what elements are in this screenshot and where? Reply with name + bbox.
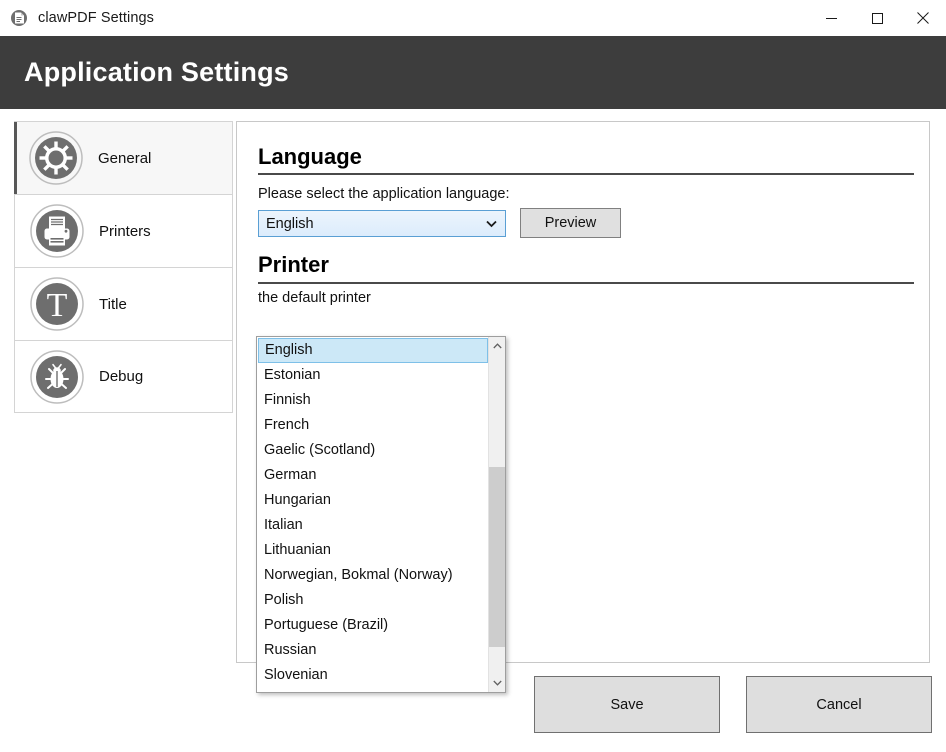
minimize-button[interactable] bbox=[808, 0, 854, 36]
dropdown-option[interactable]: English bbox=[258, 338, 488, 363]
gear-icon bbox=[28, 130, 84, 186]
sidebar: General Printers T Title Debug bbox=[14, 121, 233, 413]
scroll-up-button[interactable] bbox=[489, 337, 505, 355]
dropdown-option[interactable]: Russian bbox=[257, 638, 489, 663]
page-title: Application Settings bbox=[24, 57, 290, 87]
dropdown-option[interactable]: Gaelic (Scotland) bbox=[257, 438, 489, 463]
dropdown-option[interactable]: French bbox=[257, 413, 489, 438]
dropdown-option[interactable]: Polish bbox=[257, 588, 489, 613]
window-controls bbox=[808, 0, 946, 36]
section-divider-top bbox=[258, 173, 914, 175]
dropdown-option[interactable]: Portuguese (Brazil) bbox=[257, 613, 489, 638]
dropdown-option[interactable]: Italian bbox=[257, 513, 489, 538]
scroll-down-button[interactable] bbox=[489, 674, 505, 692]
dropdown-scrollbar[interactable] bbox=[488, 337, 505, 692]
dropdown-option[interactable]: Finnish bbox=[257, 388, 489, 413]
title-bar: clawPDF Settings bbox=[0, 0, 946, 36]
cancel-button[interactable]: Cancel bbox=[746, 676, 932, 733]
body-area: General Printers T Title Debug Language … bbox=[0, 109, 946, 752]
default-printer-text: the default printer bbox=[258, 290, 371, 306]
chevron-down-icon bbox=[486, 220, 497, 227]
section-divider-bottom bbox=[258, 282, 914, 284]
scrollbar-thumb[interactable] bbox=[489, 467, 505, 647]
language-option-list[interactable]: English Estonian Finnish French Gaelic (Scot… bbox=[257, 337, 489, 692]
preview-button[interactable]: Preview bbox=[520, 208, 621, 238]
dropdown-option[interactable]: Hungarian bbox=[257, 488, 489, 513]
sidebar-item-title[interactable]: T Title bbox=[14, 267, 233, 340]
language-field-label: Please select the application language: bbox=[258, 186, 510, 202]
language-dropdown-popup[interactable]: English Estonian Finnish French Gaelic (Scot… bbox=[256, 336, 506, 693]
title-t-icon: T bbox=[29, 276, 85, 332]
maximize-button[interactable] bbox=[854, 0, 900, 36]
printer-icon bbox=[29, 203, 85, 259]
language-select-value: English bbox=[266, 215, 314, 232]
dropdown-option[interactable]: Norwegian, Bokmal (Norway) bbox=[257, 563, 489, 588]
dropdown-option[interactable]: Estonian bbox=[257, 363, 489, 388]
language-select[interactable]: English bbox=[258, 210, 506, 237]
section-title-language: Language bbox=[258, 144, 362, 169]
sidebar-item-printers[interactable]: Printers bbox=[14, 194, 233, 267]
close-button[interactable] bbox=[900, 0, 946, 36]
dropdown-option[interactable]: Spanish bbox=[257, 688, 489, 692]
page-header: Application Settings bbox=[0, 36, 946, 109]
sidebar-item-debug[interactable]: Debug bbox=[14, 340, 233, 413]
sidebar-item-label: General bbox=[98, 149, 152, 167]
sidebar-item-label: Title bbox=[99, 295, 127, 313]
sidebar-item-label: Debug bbox=[99, 368, 144, 385]
sidebar-item-label: Printers bbox=[99, 222, 151, 240]
dropdown-option[interactable]: Lithuanian bbox=[257, 538, 489, 563]
dropdown-option[interactable]: German bbox=[257, 463, 489, 488]
save-button[interactable]: Save bbox=[534, 676, 720, 733]
bug-icon bbox=[29, 349, 85, 405]
window-title: clawPDF Settings bbox=[38, 10, 155, 26]
sidebar-item-general[interactable]: General bbox=[14, 121, 233, 194]
section-title-printer: Printer bbox=[258, 252, 329, 277]
svg-text:T: T bbox=[47, 287, 68, 324]
dropdown-option[interactable]: Slovenian bbox=[257, 663, 489, 688]
app-document-icon bbox=[11, 10, 27, 26]
